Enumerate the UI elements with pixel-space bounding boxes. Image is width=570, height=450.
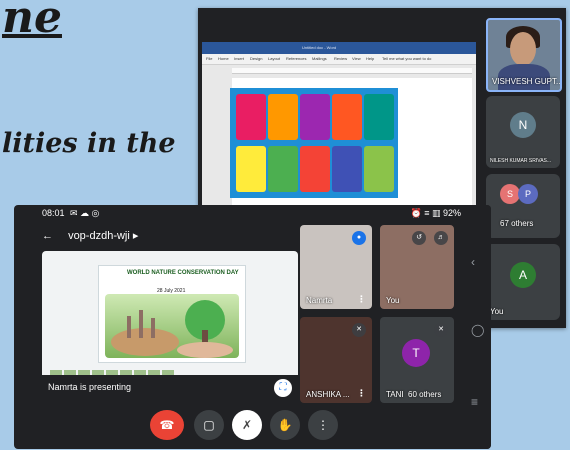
ribbon-tab-insert[interactable]: Insert xyxy=(234,56,244,61)
ribbon-tab-view[interactable]: View xyxy=(352,56,361,61)
word-title: Untitled doc - Word xyxy=(302,45,337,50)
meeting-code[interactable]: vop-dzdh-wji xyxy=(68,230,130,242)
participant-tile-tani[interactable]: ✕ T TANI 60 others xyxy=(380,317,454,403)
participant-name-namrta: Namrta xyxy=(306,296,333,305)
fullscreen-icon[interactable]: ⛶ xyxy=(274,379,292,397)
avatar-s: S xyxy=(500,184,520,204)
status-icons: ✉ ☁ ◎ xyxy=(70,208,100,218)
participant-tile-namrta[interactable]: ● Namrta ⋮ xyxy=(300,225,372,309)
book-tile xyxy=(268,94,298,140)
nav-home-icon[interactable]: ◯ xyxy=(471,323,484,337)
ribbon-tab-review[interactable]: Review xyxy=(334,56,347,61)
avatar-p: P xyxy=(518,184,538,204)
guitar-tile xyxy=(236,94,266,140)
camera-button[interactable]: ▢ xyxy=(194,410,224,440)
tree-hands-icon xyxy=(111,300,233,358)
call-controls: ☎ ▢ ✗ ✋ ⋮ xyxy=(14,410,491,444)
slide-title: WORLD NATURE CONSERVATION DAY xyxy=(127,270,239,276)
clock: 08:01 xyxy=(42,208,65,218)
tablet-meet-window: 08:01 ✉ ☁ ◎ ⏰ ≡ ▥ 92% ← vop-dzdh-wji ▸ W… xyxy=(14,205,491,449)
participant-tile-you-desktop[interactable]: A You xyxy=(486,244,560,320)
battery-level: 92% xyxy=(442,208,461,218)
main-participant-name: VISHVESH GUPT... xyxy=(492,77,562,86)
end-call-button[interactable]: ☎ xyxy=(150,410,184,440)
slide-banner-image xyxy=(230,88,398,198)
tray-icons: ⏰ ≡ ▥ xyxy=(410,208,441,218)
ribbon-tab-help[interactable]: Help xyxy=(366,56,374,61)
participant-name-tani: TANI xyxy=(386,390,404,399)
others-count-tablet: 60 others xyxy=(408,390,442,399)
participant-name-anshika: ANSHIKA ... xyxy=(306,390,350,399)
avatar-tani: T xyxy=(402,339,430,367)
more-options-button[interactable]: ⋮ xyxy=(308,410,338,440)
status-bar: 08:01 ✉ ☁ ◎ ⏰ ≡ ▥ 92% xyxy=(14,205,491,221)
participant-face xyxy=(510,32,536,66)
others-count: 67 others xyxy=(500,219,534,228)
main-participant-video[interactable]: VISHVESH GUPT... xyxy=(486,18,562,92)
slide-title-fragment: ne xyxy=(2,0,62,43)
yellow-tile xyxy=(236,146,266,192)
meeting-topbar: ← vop-dzdh-wji ▸ xyxy=(42,229,138,247)
switch-camera-icon[interactable]: ↺ xyxy=(412,231,426,245)
participant-tile-anshika[interactable]: ✕ ANSHIKA ... ⋮ xyxy=(300,317,372,403)
back-arrow-icon[interactable]: ← xyxy=(42,230,53,242)
slide-subtitle-fragment: lities in the xyxy=(2,128,176,159)
ribbon-tab-mailings[interactable]: Mailings xyxy=(312,56,327,61)
raise-hand-button[interactable]: ✋ xyxy=(270,410,300,440)
ribbon-tab-file[interactable]: File xyxy=(206,56,212,61)
android-nav-side: ‹ ◯ ≡ xyxy=(463,205,491,449)
avatar-nilesh: N xyxy=(510,112,536,138)
audio-icon[interactable]: ♬ xyxy=(434,231,448,245)
participant-name-you-desktop: You xyxy=(490,307,504,316)
tell-me-search[interactable]: Tell me what you want to do xyxy=(382,56,431,61)
ribbon-tab-home[interactable]: Home xyxy=(218,56,229,61)
more-icon[interactable]: ⋮ xyxy=(357,294,366,305)
system-tray: ⏰ ≡ ▥ 92% xyxy=(411,208,462,219)
participant-tile-you[interactable]: ↺ ♬ You xyxy=(380,225,454,309)
chef-tile xyxy=(332,94,362,140)
nav-recents-icon[interactable]: ≡ xyxy=(471,395,478,409)
mic-off-icon: ✕ xyxy=(352,323,366,337)
presented-slide: WORLD NATURE CONSERVATION DAY 28 July 20… xyxy=(98,265,246,363)
nature-illustration xyxy=(105,294,239,358)
ribbon-tab-design[interactable]: Design xyxy=(250,56,262,61)
presenting-bar: Namrta is presenting ⛶ xyxy=(42,375,298,401)
green-tile xyxy=(268,146,298,192)
speaking-icon: ● xyxy=(352,231,366,245)
board-tile xyxy=(364,94,394,140)
ribbon-tab-layout[interactable]: Layout xyxy=(268,56,280,61)
red-tile xyxy=(300,146,330,192)
mic-off-icon: ✕ xyxy=(434,323,448,337)
others-tile[interactable]: S P 67 others xyxy=(486,174,560,238)
lime-tile xyxy=(364,146,394,192)
word-ribbon: File Home Insert Design Layout Reference… xyxy=(202,54,476,65)
word-ruler xyxy=(232,68,472,74)
art-tile xyxy=(300,94,330,140)
blue-tile xyxy=(332,146,362,192)
ribbon-tab-references[interactable]: References xyxy=(286,56,306,61)
presenter-text: Namrta is presenting xyxy=(48,382,132,392)
participant-name-nilesh: NILESH KUMAR SRIVAS... xyxy=(490,158,552,164)
mic-off-button[interactable]: ✗ xyxy=(232,410,262,440)
word-title-bar: Untitled doc - Word xyxy=(202,42,476,54)
more-icon[interactable]: ⋮ xyxy=(357,388,366,399)
chevron-right-icon[interactable]: ▸ xyxy=(133,230,139,242)
participant-name-you: You xyxy=(386,296,400,305)
participant-tile-nilesh[interactable]: N NILESH KUMAR SRIVAS... xyxy=(486,96,560,168)
avatar-a: A xyxy=(510,262,536,288)
nav-back-icon[interactable]: ‹ xyxy=(471,255,475,269)
